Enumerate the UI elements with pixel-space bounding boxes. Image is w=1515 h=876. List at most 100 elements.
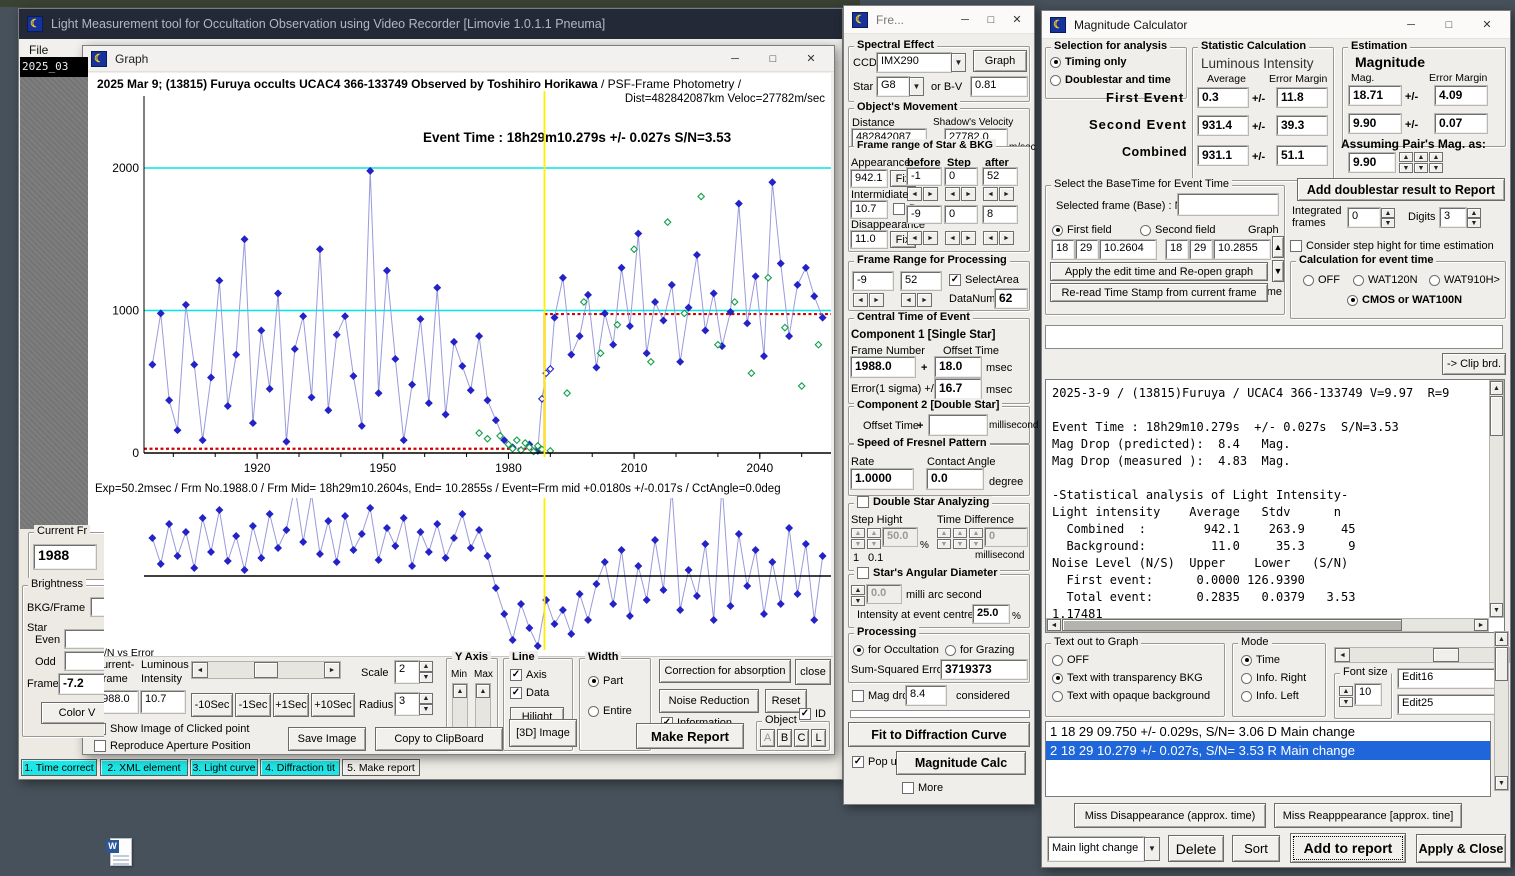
wat910h-radio[interactable]: WAT910H> (1429, 274, 1500, 286)
miss-reappearance-button[interactable]: Miss Reapppearance [approx. tine] (1274, 803, 1462, 828)
digits-up-icon[interactable]: ▲ (1467, 208, 1481, 218)
d-check-icon[interactable] (893, 203, 905, 215)
radio-icon[interactable] (1052, 224, 1063, 236)
mag-drop-check-icon[interactable] (852, 690, 864, 702)
list-item[interactable]: 1 18 29 09.750 +/- 0.029s, S/N= 3.06 D M… (1046, 722, 1490, 741)
disp-after-field[interactable]: 8 (982, 205, 1018, 224)
fit-diffraction-button[interactable]: Fit to Diffraction Curve (848, 722, 1030, 747)
consider-check-icon[interactable] (1290, 240, 1302, 252)
first-event-average-field[interactable]: 0.3 (1197, 87, 1249, 108)
combo-dropdown-icon[interactable]: ▼ (1144, 837, 1160, 861)
wat120n-radio[interactable]: WAT120N (1353, 274, 1418, 286)
copy-clipboard-button[interactable]: Copy to ClipBoard (375, 727, 503, 751)
proc-to-field[interactable]: 52 (900, 271, 942, 291)
magcalc-titlebar[interactable]: ☾ Magnitude Calculator ─ □ ✕ (1042, 11, 1510, 39)
radio-icon[interactable] (1052, 654, 1063, 666)
time1-mm-field[interactable]: 29 (1075, 239, 1099, 260)
assume-up1-icon[interactable]: ▲ (1399, 152, 1413, 162)
second-event-average-field[interactable]: 931.4 (1197, 115, 1249, 136)
add-to-report-button[interactable]: Add to report (1290, 833, 1406, 863)
angular-diameter-checkbox[interactable] (857, 567, 869, 579)
more-checkbox[interactable]: More (902, 782, 943, 794)
entire-radio[interactable]: Entire (588, 705, 632, 717)
textout-off-radio[interactable]: OFF (1052, 654, 1089, 666)
disp-right-icon[interactable]: ► (923, 231, 938, 245)
object-b-button[interactable]: B (777, 729, 792, 747)
td-down1-icon[interactable]: ▼ (937, 539, 951, 549)
reproduce-aperture-checkbox[interactable]: Reproduce Aperture Position (94, 740, 251, 752)
graph-pos-hscrollbar[interactable]: ◄ ► (1334, 647, 1510, 663)
font-size-field[interactable]: 10 (1354, 683, 1382, 706)
double-star-analyzing-checkbox[interactable] (857, 496, 869, 508)
object-c-button[interactable]: C (794, 729, 809, 747)
proc-from-field[interactable]: -9 (852, 271, 894, 291)
assume-down3-icon[interactable]: ▼ (1429, 163, 1443, 173)
minimize-icon[interactable]: ─ (1396, 19, 1426, 31)
object-l-button[interactable]: L (811, 729, 826, 747)
plus-10sec-button[interactable]: +10Sec (311, 693, 355, 717)
report-hscroll-thumb[interactable] (1062, 619, 1402, 631)
minus-1sec-button[interactable]: -1Sec (235, 693, 271, 717)
proc-from-right-icon[interactable]: ► (869, 293, 884, 307)
radio-icon[interactable] (1241, 690, 1252, 702)
radio-icon[interactable] (588, 675, 599, 687)
residual-chart[interactable] (93, 498, 833, 656)
disp-step-field[interactable]: 0 (944, 205, 978, 224)
radio-icon[interactable] (1353, 274, 1364, 286)
radio-icon[interactable] (1140, 224, 1151, 236)
mode-time-radio[interactable]: Time (1241, 654, 1280, 666)
offset-time-field[interactable]: 18.0 (934, 356, 982, 378)
disp-after-right-icon[interactable]: ► (999, 231, 1014, 245)
assume-down1-icon[interactable]: ▼ (1399, 163, 1413, 173)
hscroll-thumb[interactable] (1433, 648, 1459, 662)
radius-up-icon[interactable]: ▲ (419, 693, 433, 704)
scale-up-icon[interactable]: ▲ (419, 661, 433, 672)
frame-number-field[interactable]: 1988.0 (850, 356, 916, 378)
integ-up-icon[interactable]: ▲ (1381, 208, 1395, 218)
close-icon[interactable]: ✕ (1472, 18, 1502, 31)
delete-button[interactable]: Delete (1168, 835, 1224, 862)
scroll-left-icon[interactable]: ◄ (1335, 648, 1350, 662)
proc-from-left-icon[interactable]: ◄ (853, 293, 868, 307)
scroll-left-icon[interactable]: ◄ (1047, 619, 1061, 631)
info-left-radio[interactable]: Info. Left (1241, 690, 1299, 702)
light-change-combobox[interactable]: Main light change (1047, 836, 1145, 862)
radio-icon[interactable] (588, 705, 599, 717)
reread-timestamp-button[interactable]: Re-read Time Stamp from current frame (1050, 283, 1268, 302)
save-image-button[interactable]: Save Image (288, 727, 366, 751)
td-up3-icon[interactable]: ▲ (969, 528, 983, 538)
td-up2-icon[interactable]: ▲ (953, 528, 967, 538)
data-check-icon[interactable] (510, 687, 522, 699)
tab-light-curve[interactable]: 3. Light curve (190, 759, 258, 776)
step-field[interactable]: 0 (944, 167, 978, 186)
after-field[interactable]: 52 (982, 167, 1018, 186)
time-down-icon[interactable]: ▼ (1272, 260, 1284, 282)
doublestar-time-radio[interactable]: Doublestar and time (1050, 74, 1171, 86)
radio-icon[interactable] (1347, 294, 1358, 306)
intensity-centre-field[interactable]: 25.0 (972, 604, 1010, 624)
proc-to-right-icon[interactable]: ► (917, 293, 932, 307)
radio-icon[interactable] (1303, 274, 1314, 286)
mag-second-field[interactable]: 9.90 (1348, 113, 1402, 134)
event-result-listbox[interactable]: 1 18 29 09.750 +/- 0.029s, S/N= 3.06 D M… (1045, 721, 1491, 797)
tab-diffraction[interactable]: 4. Diffraction tit (260, 759, 340, 776)
correction-absorption-button[interactable]: Correction for absorption (659, 659, 791, 683)
assume-down2-icon[interactable]: ▼ (1414, 163, 1428, 173)
time2-hh-field[interactable]: 18 (1165, 239, 1189, 260)
td-up1-icon[interactable]: ▲ (937, 528, 951, 538)
current-frame-value[interactable]: 1988 (33, 544, 97, 570)
proc-to-left-icon[interactable]: ◄ (901, 293, 916, 307)
combined-average-field[interactable]: 931.1 (1197, 145, 1249, 166)
report-vscrollbar[interactable]: ▲ ▼ (1489, 380, 1504, 618)
time2-ss-field[interactable]: 10.2855 (1213, 239, 1271, 260)
time2-mm-field[interactable]: 29 (1189, 239, 1213, 260)
frame-scrollbar-thumb[interactable] (254, 662, 278, 678)
ccd-combobox[interactable]: IMX290 (876, 52, 952, 73)
clip-board-button[interactable]: -> Clip brd. (1442, 353, 1506, 375)
add-doublestar-button[interactable]: Add doublestar result to Report (1297, 178, 1505, 201)
scroll-down-icon[interactable]: ▼ (1495, 776, 1508, 790)
minus-10sec-button[interactable]: -10Sec (191, 693, 233, 717)
sh-up1-icon[interactable]: ▲ (851, 528, 865, 538)
bv-field[interactable]: 0.81 (970, 76, 1028, 97)
disp-after-left-icon[interactable]: ◄ (983, 231, 998, 245)
